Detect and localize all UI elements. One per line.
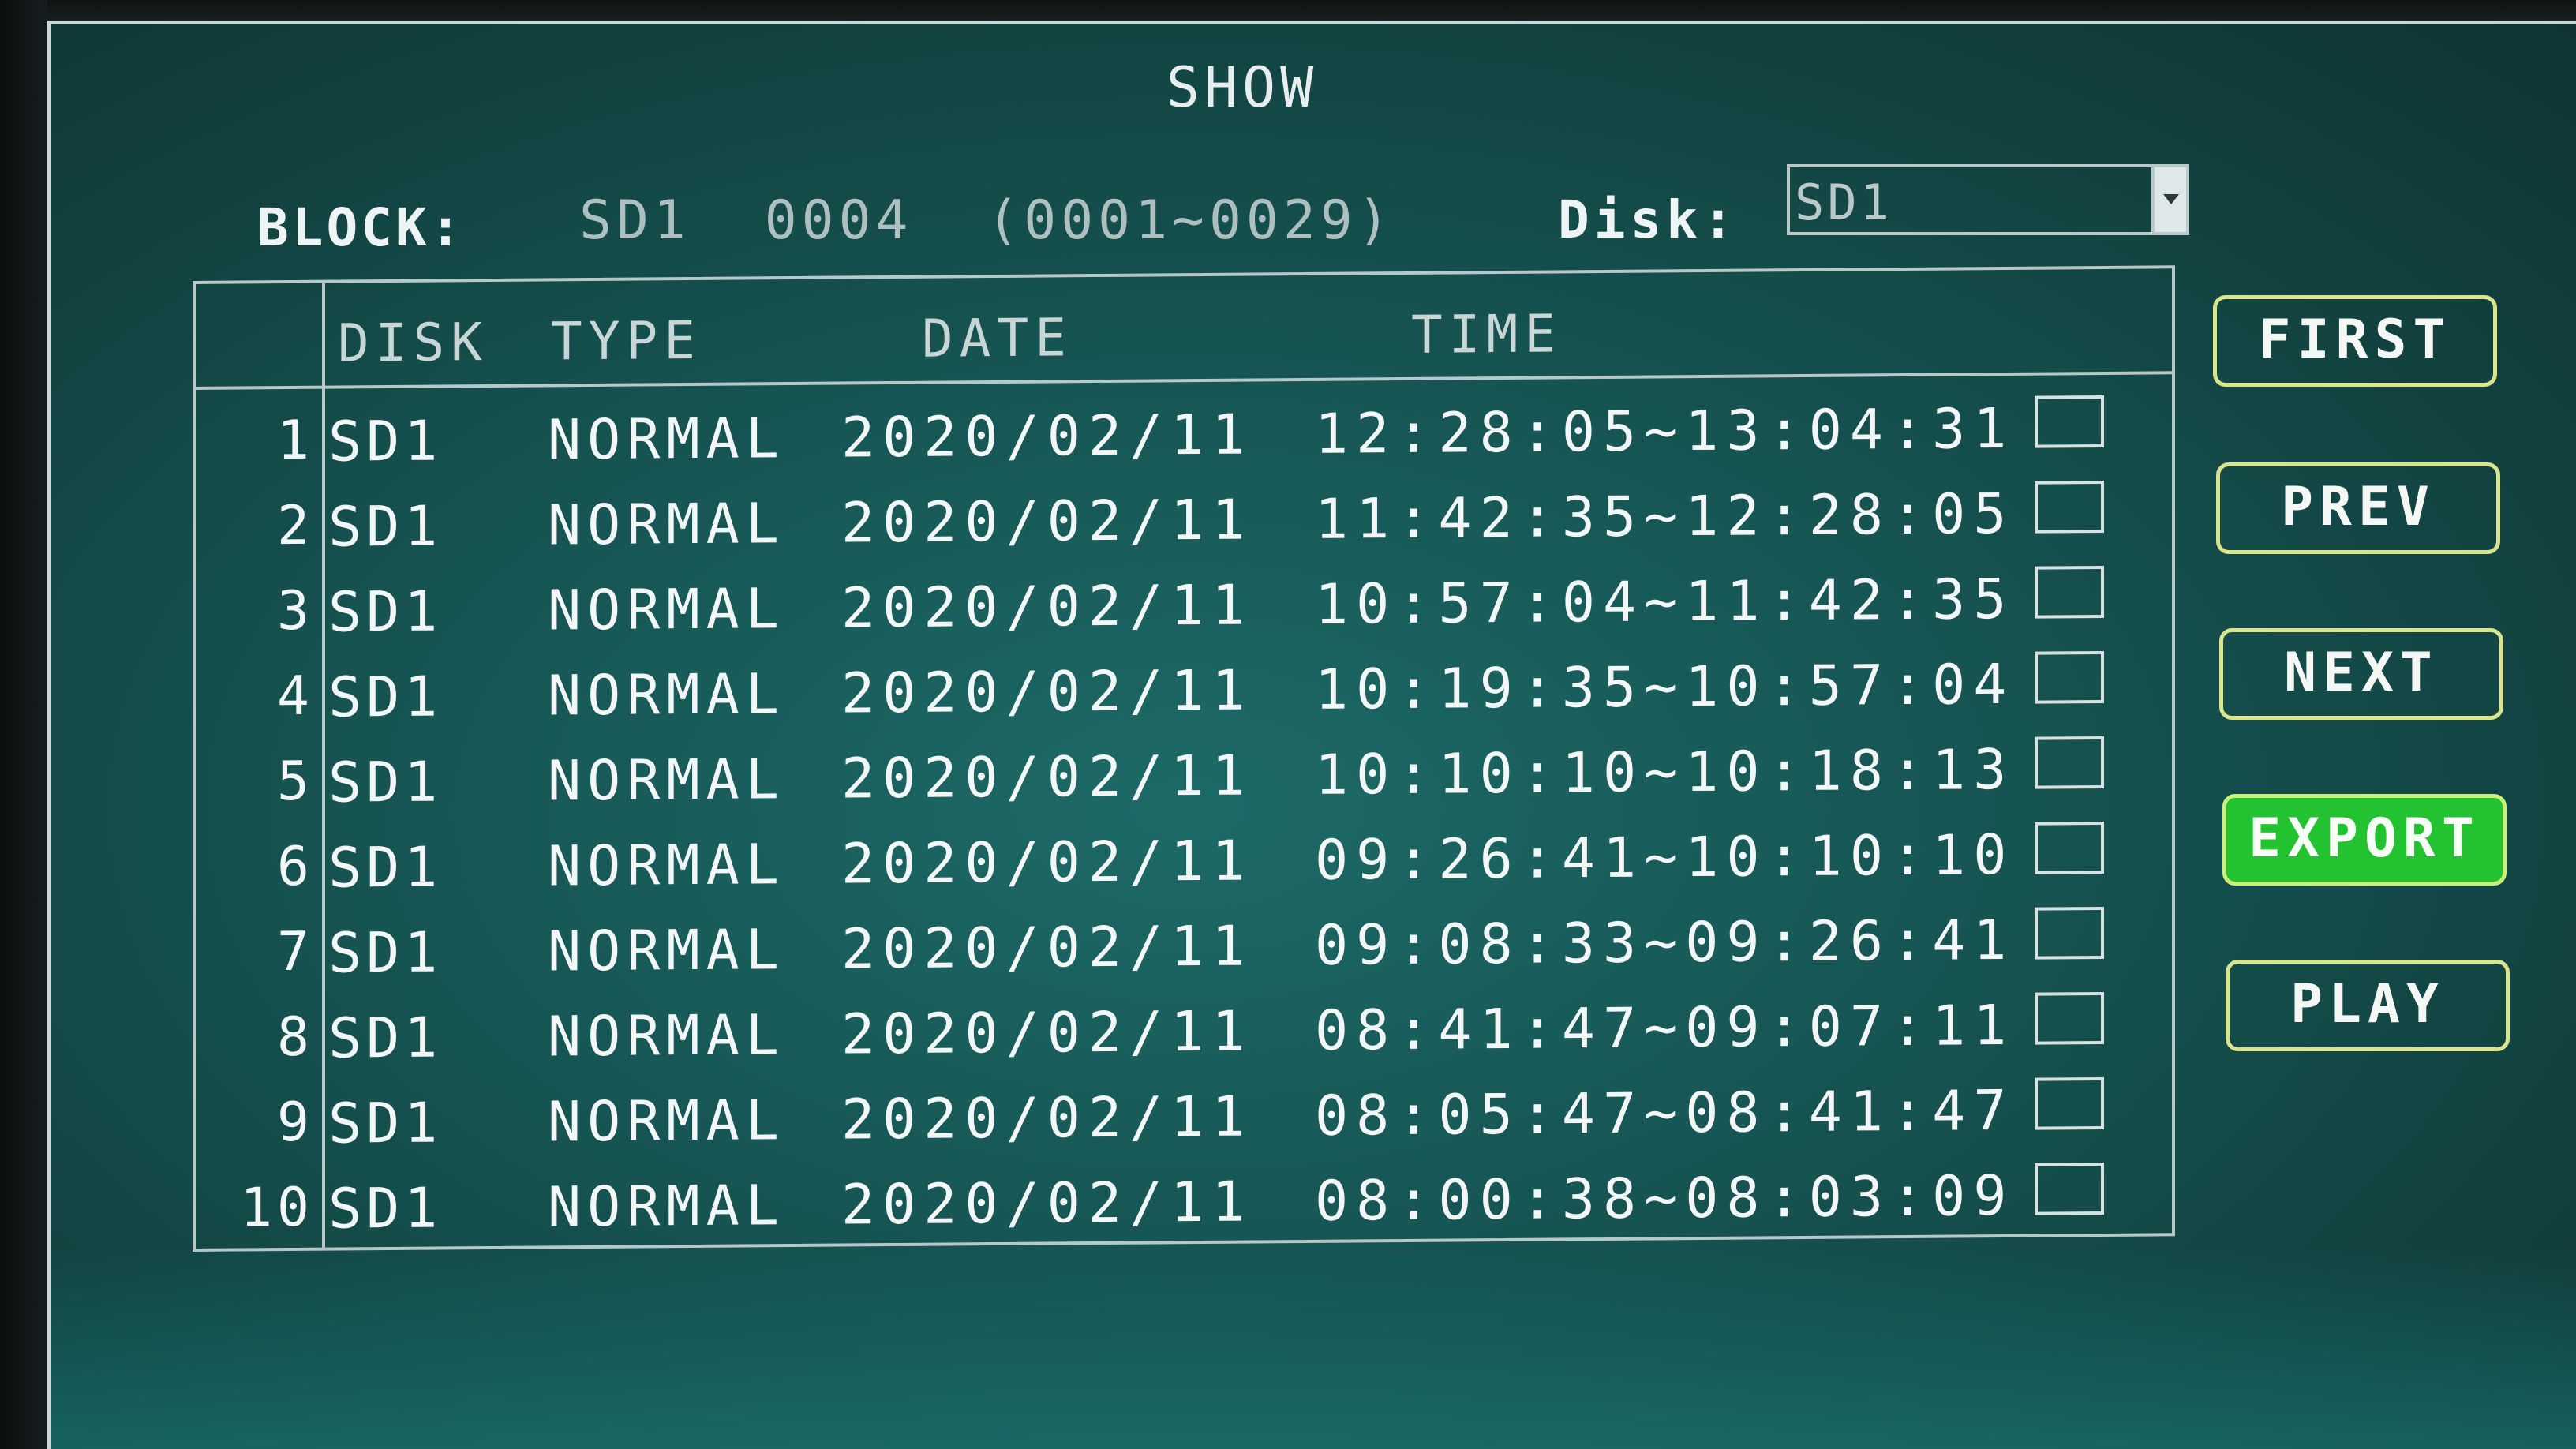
row-index: 5 xyxy=(277,750,314,814)
play-button[interactable]: PLAY xyxy=(2226,960,2510,1051)
table-row[interactable]: 2 SD1 NORMAL 2020/02/11 11:42:35~12:28:05 xyxy=(196,469,2172,570)
dvr-screen: SHOW BLOCK: SD1 0004 (0001~0029) Disk: S… xyxy=(47,21,2576,1449)
table-body: 1 SD1 NORMAL 2020/02/11 12:28:05~13:04:31 2 SD… xyxy=(196,268,2172,1241)
row-type: NORMAL xyxy=(548,1173,785,1240)
prev-button[interactable]: PREV xyxy=(2216,462,2500,554)
row-checkbox[interactable] xyxy=(2035,736,2104,789)
row-checkbox[interactable] xyxy=(2035,821,2104,874)
row-type: NORMAL xyxy=(548,832,785,899)
block-label: BLOCK: xyxy=(257,197,465,258)
monitor-bezel-left xyxy=(0,0,47,1449)
row-type: NORMAL xyxy=(548,917,785,984)
row-disk: SD1 xyxy=(328,749,443,815)
row-time: 09:08:33~09:26:41 xyxy=(1315,907,2015,978)
row-checkbox[interactable] xyxy=(2035,1162,2104,1215)
record-table: DISK TYPE DATE TIME 1 SD1 NORMAL 2020/02/11… xyxy=(193,265,2175,1252)
table-row[interactable]: 10 SD1 NORMAL 2020/02/11 08:00:38~08:03:09 xyxy=(196,1151,2172,1252)
row-disk: SD1 xyxy=(328,1005,443,1071)
row-checkbox[interactable] xyxy=(2035,650,2104,704)
row-index: 10 xyxy=(240,1176,314,1240)
row-disk: SD1 xyxy=(328,408,443,474)
row-checkbox[interactable] xyxy=(2035,1076,2104,1130)
column-header-date: DATE xyxy=(922,307,1073,369)
table-row[interactable]: 6 SD1 NORMAL 2020/02/11 09:26:41~10:10:10 xyxy=(196,810,2172,911)
page-title: SHOW xyxy=(1166,55,1319,120)
row-index: 6 xyxy=(277,835,314,899)
row-index: 4 xyxy=(277,665,314,728)
first-button[interactable]: FIRST xyxy=(2213,295,2497,387)
table-row[interactable]: 9 SD1 NORMAL 2020/02/11 08:05:47~08:41:47 xyxy=(196,1065,2172,1166)
row-date: 2020/02/11 xyxy=(841,657,1253,726)
row-checkbox[interactable] xyxy=(2035,565,2104,619)
block-value: SD1 0004 (0001~0029) xyxy=(579,189,1395,252)
row-disk: SD1 xyxy=(328,1090,443,1156)
row-time: 08:41:47~09:07:11 xyxy=(1315,992,2015,1063)
row-time: 10:19:35~10:57:04 xyxy=(1315,651,2015,722)
column-header-disk: DISK xyxy=(338,312,489,374)
row-time: 10:10:10~10:18:13 xyxy=(1315,736,2015,807)
row-date: 2020/02/11 xyxy=(841,998,1253,1067)
row-checkbox[interactable] xyxy=(2035,395,2104,448)
row-date: 2020/02/11 xyxy=(841,572,1253,641)
row-date: 2020/02/11 xyxy=(841,1169,1253,1237)
row-type: NORMAL xyxy=(548,661,785,728)
row-checkbox[interactable] xyxy=(2035,991,2104,1045)
row-time: 12:28:05~13:04:31 xyxy=(1315,395,2015,466)
row-disk: SD1 xyxy=(328,578,443,645)
row-date: 2020/02/11 xyxy=(841,828,1253,897)
row-date: 2020/02/11 xyxy=(841,1084,1253,1152)
row-index: 2 xyxy=(277,494,314,558)
export-button[interactable]: EXPORT xyxy=(2222,794,2507,886)
table-row[interactable]: 7 SD1 NORMAL 2020/02/11 09:08:33~09:26:41 xyxy=(196,895,2172,996)
row-date: 2020/02/11 xyxy=(841,913,1253,982)
row-index: 8 xyxy=(277,1005,314,1069)
next-button[interactable]: NEXT xyxy=(2219,628,2503,720)
row-disk: SD1 xyxy=(328,834,443,900)
row-date: 2020/02/11 xyxy=(841,402,1253,470)
row-date: 2020/02/11 xyxy=(841,743,1253,811)
table-row[interactable]: 5 SD1 NORMAL 2020/02/11 10:10:10~10:18:13 xyxy=(196,724,2172,826)
table-row[interactable]: 3 SD1 NORMAL 2020/02/11 10:57:04~11:42:35 xyxy=(196,554,2172,655)
row-index: 3 xyxy=(277,579,314,643)
row-checkbox[interactable] xyxy=(2035,480,2104,534)
row-type: NORMAL xyxy=(548,491,785,558)
table-row[interactable]: 1 SD1 NORMAL 2020/02/11 12:28:05~13:04:31 xyxy=(196,384,2172,485)
column-header-type: TYPE xyxy=(551,309,702,373)
row-time: 09:26:41~10:10:10 xyxy=(1315,822,2015,893)
column-header-time: TIME xyxy=(1411,303,1562,365)
chevron-down-icon[interactable] xyxy=(2151,167,2186,232)
row-time: 08:05:47~08:41:47 xyxy=(1315,1077,2015,1148)
row-type: NORMAL xyxy=(548,406,785,473)
row-time: 08:00:38~08:03:09 xyxy=(1315,1163,2015,1234)
row-index: 9 xyxy=(277,1091,314,1155)
row-time: 11:42:35~12:28:05 xyxy=(1315,481,2015,552)
row-disk: SD1 xyxy=(328,664,443,730)
row-checkbox[interactable] xyxy=(2035,906,2104,960)
row-disk: SD1 xyxy=(328,1175,443,1241)
disk-select[interactable]: SD1 xyxy=(1787,164,2189,235)
row-index: 1 xyxy=(277,409,314,473)
row-time: 10:57:04~11:42:35 xyxy=(1315,566,2015,637)
row-date: 2020/02/11 xyxy=(841,487,1253,556)
table-row[interactable]: 4 SD1 NORMAL 2020/02/11 10:19:35~10:57:04 xyxy=(196,639,2172,740)
table-header: DISK TYPE DATE TIME xyxy=(196,268,2172,373)
table-row[interactable]: 8 SD1 NORMAL 2020/02/11 08:41:47~09:07:11 xyxy=(196,980,2172,1081)
row-disk: SD1 xyxy=(328,493,443,560)
disk-select-value: SD1 xyxy=(1795,174,1893,231)
disk-label: Disk: xyxy=(1558,189,1739,250)
row-type: NORMAL xyxy=(548,1088,785,1155)
row-disk: SD1 xyxy=(328,919,443,986)
row-type: NORMAL xyxy=(548,747,785,814)
row-index: 7 xyxy=(277,920,314,984)
row-type: NORMAL xyxy=(548,1002,785,1069)
row-type: NORMAL xyxy=(548,576,785,643)
